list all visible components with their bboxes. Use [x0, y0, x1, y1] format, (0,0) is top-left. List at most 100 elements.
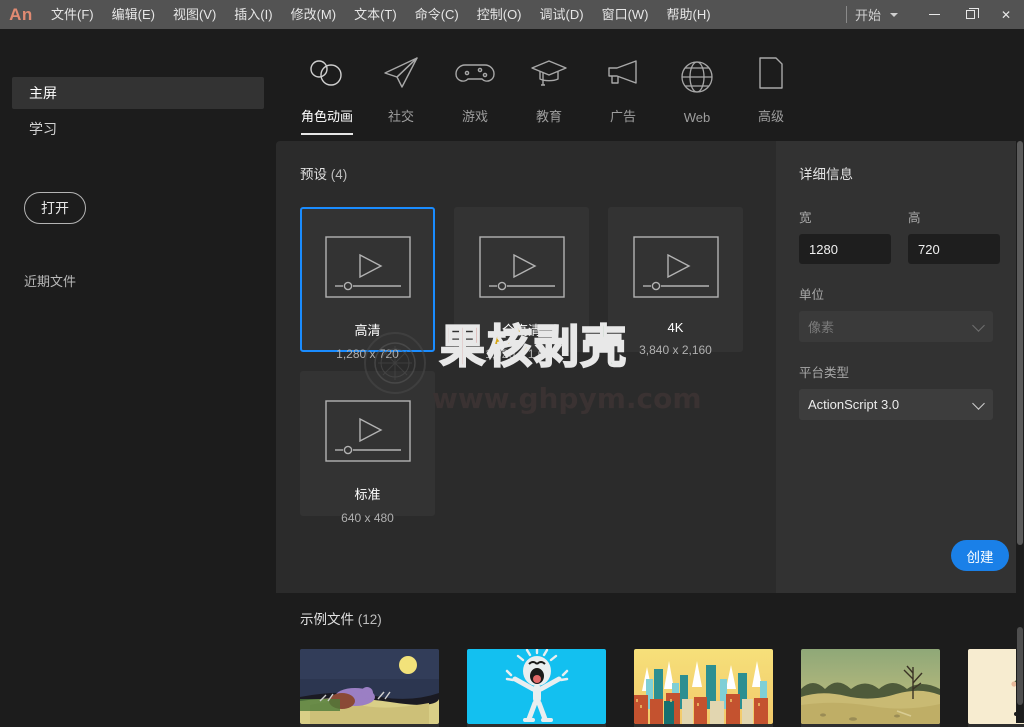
preset-name: 全高清 [501, 323, 541, 338]
menu-insert[interactable]: 插入(I) [225, 0, 281, 29]
tab-label: 角色动画 [300, 109, 353, 124]
size-field-row: 宽 高 [799, 207, 1000, 264]
sample-file-card[interactable]: VR Panoramic and 360 ... [634, 649, 773, 727]
maximize-button[interactable] [952, 0, 988, 29]
preset-name: 标准 [354, 487, 381, 502]
video-preset-icon [632, 236, 719, 303]
chevron-down-icon [972, 318, 985, 332]
height-label: 高 [908, 211, 921, 225]
samples-row: Hippo Complainer VR Panoramic and 360 ... L… [300, 649, 1024, 727]
sample-thumbnail [300, 649, 439, 724]
sample-file-card[interactable]: Hippo [300, 649, 439, 727]
document-icon [757, 52, 785, 94]
tab-label: 社交 [387, 109, 414, 124]
menu-bar: 文件(F) 编辑(E) 视图(V) 插入(I) 修改(M) 文本(T) 命令(C) 控制(O)… [42, 0, 720, 29]
close-button[interactable]: ✕ [988, 0, 1024, 29]
menu-window[interactable]: 窗口(W) [593, 0, 658, 29]
video-preset-icon [478, 236, 565, 303]
menu-view[interactable]: 视图(V) [164, 0, 225, 29]
sample-files-section: 示例文件 (12) Hippo Complainer VR Panoramic an… [276, 593, 1024, 727]
preset-dimensions: 1,920 x 1,080 [485, 347, 558, 361]
tab-label: 广告 [609, 109, 636, 124]
menu-file[interactable]: 文件(F) [42, 0, 103, 29]
preset-count: (4) [330, 167, 348, 182]
maximize-icon [965, 8, 979, 19]
samples-vertical-scrollbar[interactable] [1016, 627, 1024, 723]
tab-graduation-cap[interactable]: 教育 [512, 35, 586, 135]
sample-file-card[interactable]: Complainer [467, 649, 606, 727]
graduation-cap-icon [530, 52, 568, 94]
preset-section-title: 预设 (4) [300, 163, 776, 183]
character-animation-icon [305, 52, 349, 94]
menu-debug[interactable]: 调试(D) [531, 0, 593, 29]
menu-modify[interactable]: 修改(M) [282, 0, 346, 29]
category-tabstrip: 角色动画 社交 游戏 教育 广告 Web 高级 [276, 29, 1024, 135]
preset-grid: 高清 1,280 x 720 全高清 1,920 x 1,080 4K 3,840 x 2… [300, 207, 748, 525]
menu-text[interactable]: 文本(T) [345, 0, 406, 29]
sample-thumbnail [634, 649, 773, 724]
preset-panel: 预设 (4) 高清 1,280 x 720 全高清 1,920 x 1,080 4K 3,… [276, 141, 776, 593]
video-preset-icon [324, 400, 411, 467]
menu-edit[interactable]: 编辑(E) [103, 0, 164, 29]
samples-section-label: 示例文件 [300, 612, 354, 627]
preset-section-label: 预设 [300, 167, 327, 182]
width-input[interactable] [799, 234, 891, 264]
sample-file-card[interactable]: Layer Depth [801, 649, 940, 727]
units-select[interactable]: 像素 [799, 311, 993, 342]
create-button[interactable]: 创建 [951, 540, 1009, 571]
sample-thumbnail [467, 649, 606, 724]
menu-commands[interactable]: 命令(C) [406, 0, 468, 29]
samples-count: (12) [357, 612, 382, 627]
open-file-button[interactable]: 打开 [24, 192, 86, 224]
main-vertical-scrollbar[interactable] [1016, 141, 1024, 593]
sidebar-item-learn[interactable]: 学习 [12, 113, 264, 145]
preset-dimensions: 1,280 x 720 [336, 347, 399, 361]
width-label: 宽 [799, 211, 812, 225]
preset-card[interactable]: 标准 640 x 480 [300, 371, 435, 525]
platform-label: 平台类型 [799, 366, 850, 380]
tab-character-animation[interactable]: 角色动画 [290, 35, 364, 135]
tab-document[interactable]: 高级 [734, 35, 808, 135]
preset-card[interactable]: 全高清 1,920 x 1,080 [454, 207, 589, 361]
tab-label: 高级 [757, 109, 784, 124]
tab-paper-plane[interactable]: 社交 [364, 35, 438, 135]
animate-start-screen: An 文件(F) 编辑(E) 视图(V) 插入(I) 修改(M) 文本(T) 命令(C) 控制… [0, 0, 1024, 727]
tab-gamepad[interactable]: 游戏 [438, 35, 512, 135]
sidebar-nav: 主屏学习 [0, 77, 276, 145]
preset-dimensions: 640 x 480 [341, 511, 394, 525]
minimize-icon [928, 14, 940, 15]
preset-name: 4K [667, 320, 684, 335]
sidebar-item-label: 主屏 [29, 85, 57, 101]
sample-thumbnail [801, 649, 940, 724]
app-logo-an: An [9, 4, 33, 24]
details-title: 详细信息 [799, 167, 853, 182]
tab-megaphone[interactable]: 广告 [586, 35, 660, 135]
titlebar-separator [845, 6, 847, 23]
platform-select[interactable]: ActionScript 3.0 [799, 389, 993, 420]
units-field-group: 单位 像素 [799, 284, 994, 342]
sidebar-item-home[interactable]: 主屏 [12, 77, 264, 109]
close-icon: ✕ [1000, 7, 1012, 22]
tab-label: 游戏 [461, 109, 488, 124]
minimize-button[interactable] [916, 0, 952, 29]
menu-help[interactable]: 帮助(H) [658, 0, 720, 29]
megaphone-icon [605, 52, 641, 94]
units-value: 像素 [808, 320, 835, 335]
preset-card[interactable]: 高清 1,280 x 720 [300, 207, 435, 361]
chevron-down-icon [890, 12, 898, 17]
scrollbar-thumb[interactable] [1017, 627, 1023, 705]
samples-section-title: 示例文件 (12) [300, 608, 1024, 628]
height-input[interactable] [908, 234, 1000, 264]
preset-card[interactable]: 4K 3,840 x 2,160 [608, 207, 743, 357]
tab-globe[interactable]: Web [660, 35, 734, 135]
left-sidebar: 主屏学习 打开 近期文件 [0, 29, 276, 727]
menu-control[interactable]: 控制(O) [468, 0, 531, 29]
gamepad-icon [455, 52, 495, 94]
platform-field-group: 平台类型 ActionScript 3.0 [799, 362, 994, 420]
window-controls: ✕ [916, 0, 1024, 29]
scrollbar-thumb[interactable] [1017, 141, 1023, 545]
workspace-switcher[interactable]: 开始 [855, 5, 902, 24]
units-label: 单位 [799, 288, 825, 302]
recent-files-label: 近期文件 [24, 274, 77, 289]
preset-dimensions: 3,840 x 2,160 [639, 343, 712, 357]
